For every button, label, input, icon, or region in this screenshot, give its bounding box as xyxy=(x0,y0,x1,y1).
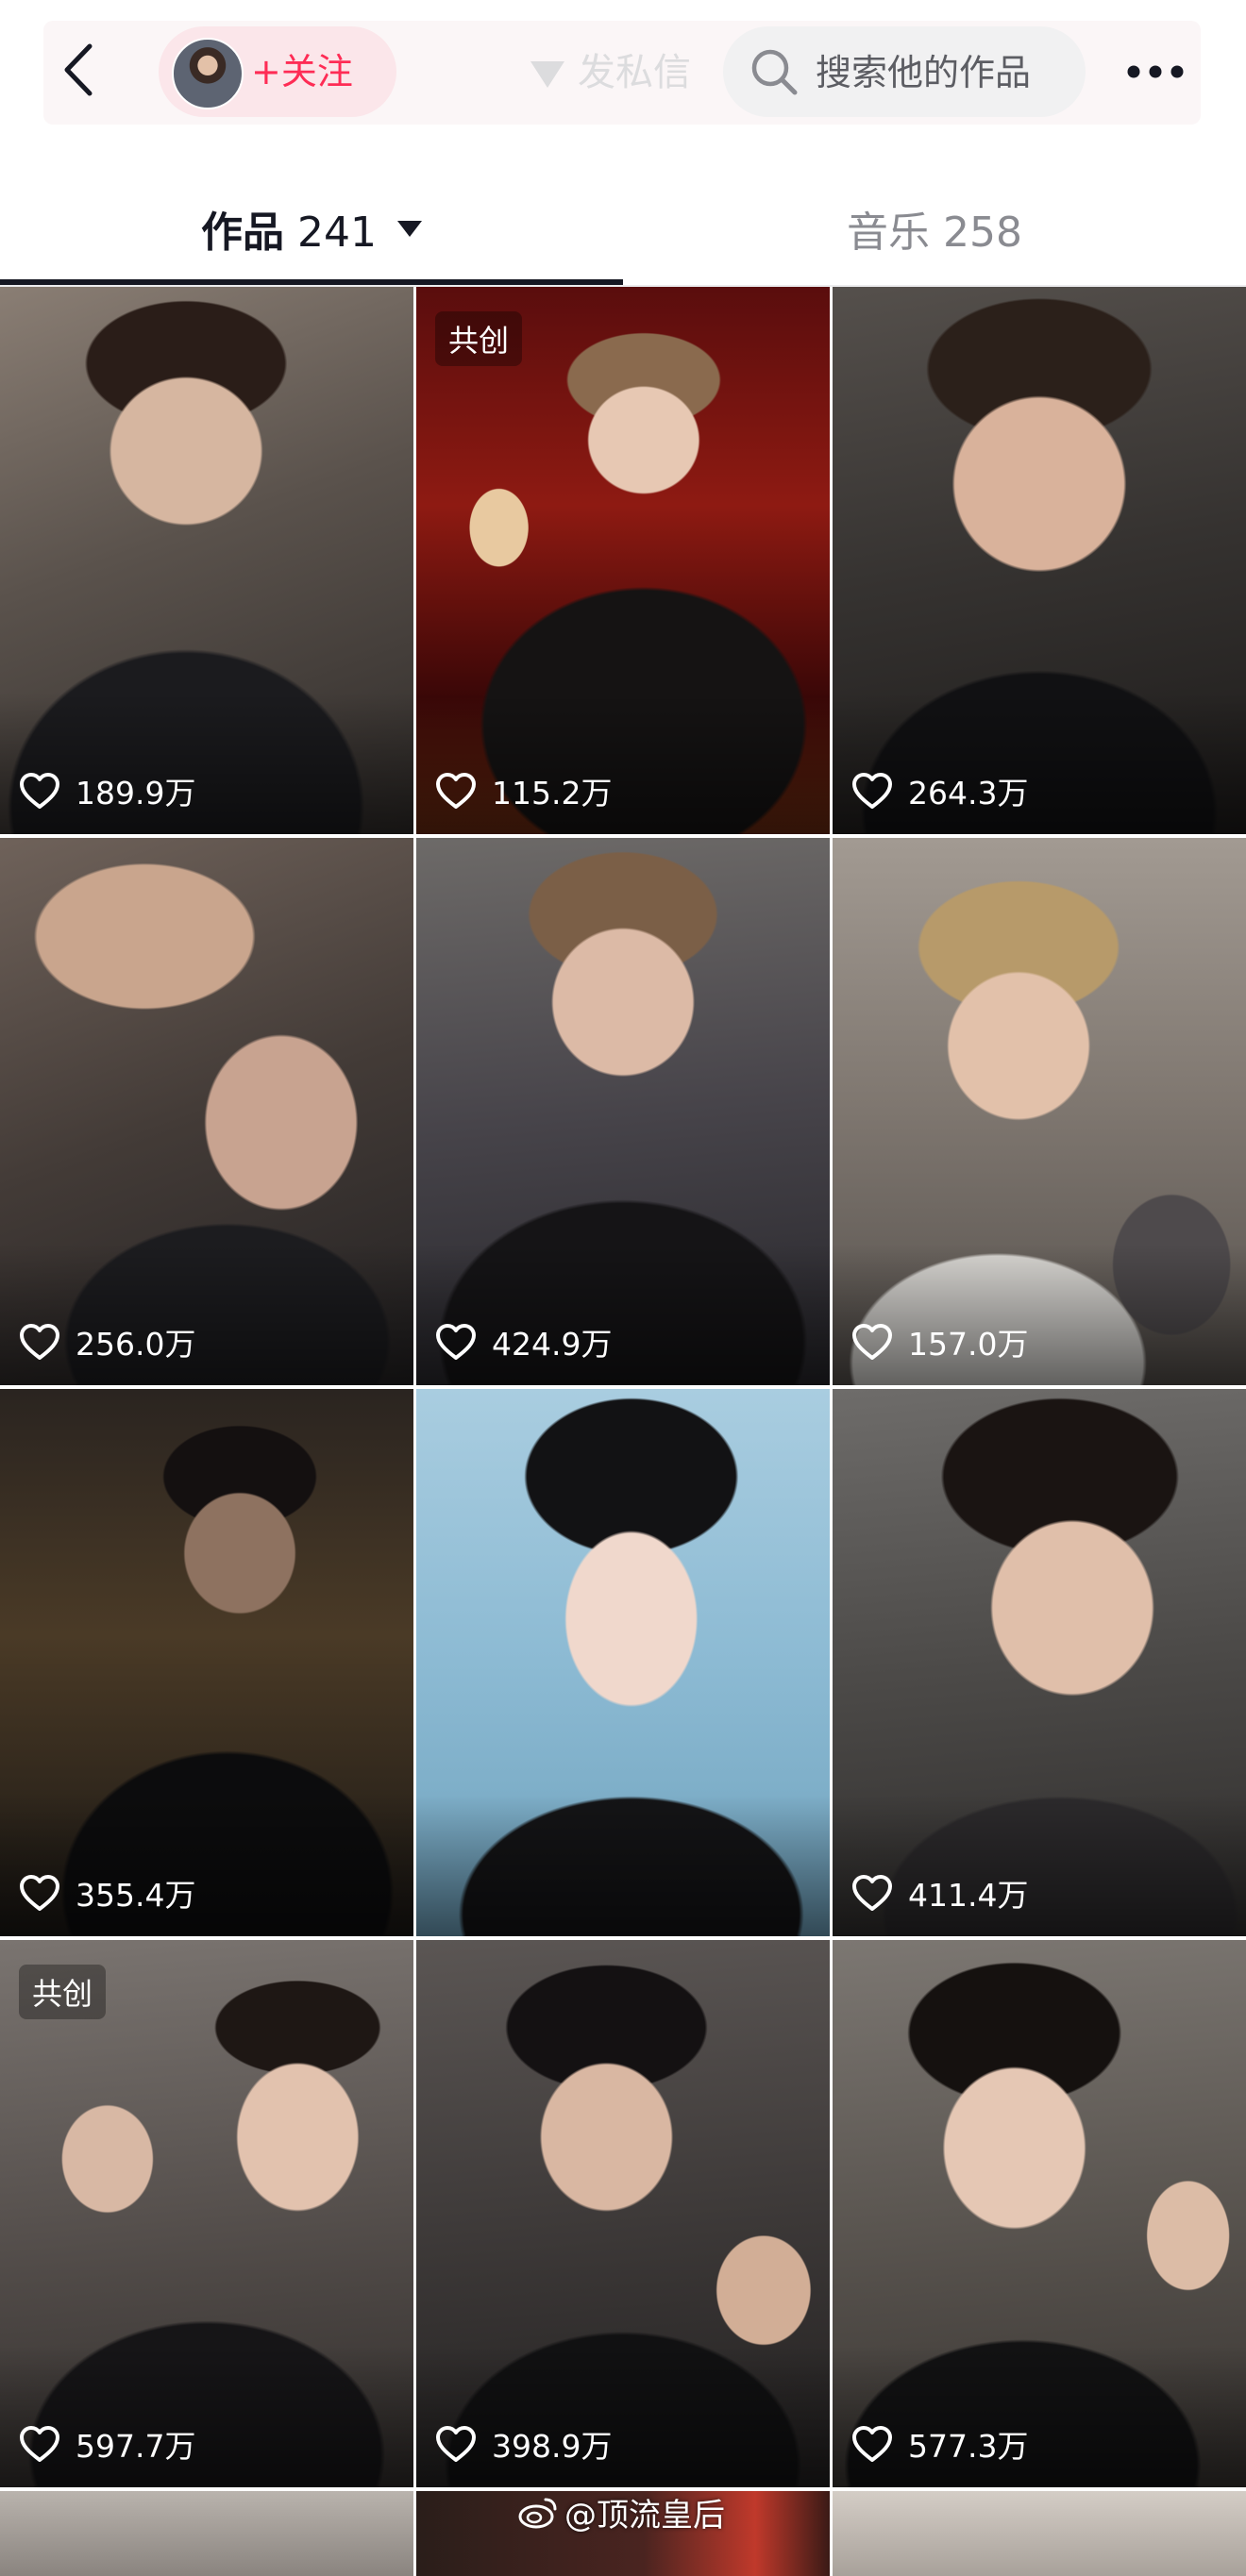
like-count: 411.4万 xyxy=(851,1868,1028,1917)
tab-music-label: 音乐 xyxy=(847,209,930,257)
tab-music-count: 258 xyxy=(943,209,1022,257)
like-count-text: 264.3万 xyxy=(908,775,1029,811)
like-count: 189.9万 xyxy=(19,766,195,815)
more-button[interactable] xyxy=(1118,47,1193,96)
video-tile[interactable]: 256.0万 xyxy=(0,838,413,1385)
heart-icon xyxy=(20,1324,59,1360)
video-tile[interactable] xyxy=(0,2491,413,2576)
heart-icon xyxy=(436,2426,476,2462)
heart-icon xyxy=(436,773,476,809)
heart-icon xyxy=(20,2426,59,2462)
tab-works[interactable]: 作品 241 xyxy=(0,174,623,283)
video-tile[interactable]: 157.0万 xyxy=(833,838,1246,1385)
like-count-text: 597.7万 xyxy=(76,2428,196,2465)
avatar[interactable] xyxy=(172,38,244,109)
follow-button[interactable]: +关注 xyxy=(159,26,396,117)
like-count: 577.3万 xyxy=(851,2419,1028,2468)
co-create-badge: 共创 xyxy=(435,311,523,366)
like-count: 355.4万 xyxy=(19,1868,195,1917)
heart-icon xyxy=(852,2426,892,2462)
video-tile[interactable]: 共创 597.7万 xyxy=(0,1940,413,2487)
profile-tabs: 作品 241 音乐 258 xyxy=(0,174,1246,287)
video-tile[interactable]: 424.9万 xyxy=(416,838,830,1385)
search-input[interactable] xyxy=(814,43,1072,102)
weibo-icon xyxy=(518,2498,557,2529)
like-count: 157.0万 xyxy=(851,1317,1028,1366)
video-tile[interactable]: 411.4万 xyxy=(833,1389,1246,1936)
like-count-text: 355.4万 xyxy=(76,1877,196,1914)
video-tile[interactable]: 264.3万 xyxy=(833,287,1246,834)
message-label: 发私信 xyxy=(578,51,691,94)
like-count-text: 398.9万 xyxy=(492,2428,613,2465)
message-button[interactable]: 发私信 xyxy=(530,38,691,108)
heart-icon xyxy=(20,773,59,809)
like-count-text: 115.2万 xyxy=(492,775,613,811)
tab-music[interactable]: 音乐 258 xyxy=(623,174,1246,283)
like-count: 597.7万 xyxy=(19,2419,195,2468)
search-box[interactable] xyxy=(723,26,1086,117)
search-icon xyxy=(751,49,798,95)
like-count-text: 424.9万 xyxy=(492,1326,613,1363)
like-count-text: 411.4万 xyxy=(908,1877,1029,1914)
video-thumbnail xyxy=(833,2491,1246,2576)
top-bar: +关注 发私信 xyxy=(0,0,1246,151)
heart-icon xyxy=(852,1875,892,1911)
send-icon xyxy=(530,61,564,88)
video-tile[interactable]: 398.9万 xyxy=(416,1940,830,2487)
heart-icon xyxy=(852,773,892,809)
video-tile[interactable] xyxy=(833,2491,1246,2576)
tab-works-label: 作品 xyxy=(201,209,284,257)
like-count: 115.2万 xyxy=(435,766,612,815)
heart-icon xyxy=(20,1875,59,1911)
more-icon xyxy=(1127,65,1184,78)
co-create-badge: 共创 xyxy=(19,1965,107,2019)
heart-icon xyxy=(852,1324,892,1360)
heart-icon xyxy=(436,1324,476,1360)
like-count-text: 189.9万 xyxy=(76,775,196,811)
like-count: 264.3万 xyxy=(851,766,1028,815)
like-count-text: 256.0万 xyxy=(76,1326,196,1363)
tab-works-count: 241 xyxy=(297,209,377,257)
video-tile[interactable]: 189.9万 xyxy=(0,287,413,834)
like-count: 424.9万 xyxy=(435,1317,612,1366)
video-tile[interactable]: 355.4万 xyxy=(0,1389,413,1936)
follow-label: +关注 xyxy=(251,51,353,92)
back-arrow-icon xyxy=(64,43,93,96)
watermark-text: @顶流皇后 xyxy=(564,2496,725,2534)
watermark: @顶流皇后 xyxy=(517,2489,725,2534)
sort-dropdown-icon[interactable] xyxy=(396,220,422,237)
like-count-text: 157.0万 xyxy=(908,1326,1029,1363)
like-count-text: 577.3万 xyxy=(908,2428,1029,2465)
video-grid: 189.9万 共创 115.2万 264.3万 256.0万 424.9万 15… xyxy=(0,287,1246,2576)
video-tile[interactable]: 577.3万 xyxy=(833,1940,1246,2487)
back-button[interactable] xyxy=(49,36,108,104)
video-tile[interactable]: 共创 115.2万 xyxy=(416,287,830,834)
video-thumbnail xyxy=(0,2491,413,2576)
video-tile[interactable] xyxy=(416,1389,830,1936)
like-count: 398.9万 xyxy=(435,2419,612,2468)
like-count: 256.0万 xyxy=(19,1317,195,1366)
